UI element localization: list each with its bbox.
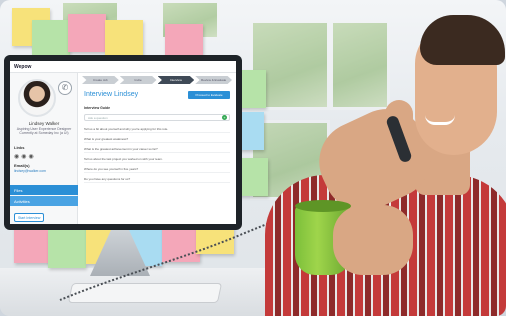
question-item[interactable]: Tell us a bit about yourself and why you… <box>84 125 230 133</box>
sticky-note <box>32 20 70 58</box>
app-title: Wepow <box>10 61 236 73</box>
candidate-sidebar: ✆ Lindsey Walker Aspiring User Experienc… <box>10 73 78 224</box>
question-item[interactable]: Do you have any questions for us? <box>84 175 230 183</box>
page-title: Interview Lindsey <box>84 91 139 98</box>
question-item[interactable]: What is the greatest achievement in your… <box>84 145 230 153</box>
sidebar-item-files[interactable]: Files <box>10 185 78 195</box>
search-placeholder: Ask a question <box>88 116 108 120</box>
sticky-note <box>48 230 86 268</box>
sidebar-item-activities[interactable]: Activities <box>10 196 78 206</box>
candidate-company-line: Currently at Someday Inc (a UI) <box>19 131 69 135</box>
keyboard <box>67 283 223 303</box>
social-links[interactable]: ◉◉◉ <box>14 153 36 160</box>
monitor: Wepow ✆ Lindsey Walker Aspiring User Exp… <box>4 55 242 230</box>
question-item[interactable]: Tell us about the last project you worke… <box>84 155 230 163</box>
question-item[interactable]: Where do you see yourself in five years? <box>84 165 230 173</box>
question-search-input[interactable]: Ask a question + <box>84 114 230 121</box>
interview-panel: Create Job Invite Interview Review & Eva… <box>80 73 234 224</box>
candidate-role: Aspiring User Experience Designer Curren… <box>14 127 74 135</box>
proceed-button[interactable]: Proceed to Evaluate <box>188 91 230 99</box>
hair <box>420 15 505 65</box>
mug-rim <box>295 200 351 212</box>
person-on-phone <box>225 0 506 316</box>
start-interview-button[interactable]: Start Interview <box>14 213 45 222</box>
question-item[interactable]: What is your greatest weakness? <box>84 135 230 143</box>
email-link[interactable]: lindsey@walker.com <box>14 169 46 173</box>
sticky-note <box>14 225 52 263</box>
links-label: Links <box>14 145 25 150</box>
email-label: Email(s) <box>14 163 30 168</box>
candidate-name: Lindsey Walker <box>28 121 60 126</box>
photo-scene: Wepow ✆ Lindsey Walker Aspiring User Exp… <box>0 0 506 316</box>
step-interview[interactable]: Interview <box>157 76 195 84</box>
phone-call-icon[interactable]: ✆ <box>58 81 72 95</box>
hand <box>333 205 413 275</box>
progress-steps: Create Job Invite Interview Review & Eva… <box>82 76 232 84</box>
social-link-icon[interactable]: ◉ <box>21 154 28 160</box>
questions-heading: Interview Guide <box>84 106 111 110</box>
sticky-note <box>68 14 106 52</box>
social-link-icon[interactable]: ◉ <box>29 154 36 160</box>
app-screen: Wepow ✆ Lindsey Walker Aspiring User Exp… <box>10 61 236 224</box>
sticky-note <box>105 20 143 58</box>
candidate-avatar <box>18 79 56 117</box>
step-create-job[interactable]: Create Job <box>82 76 119 84</box>
step-invite[interactable]: Invite <box>119 76 157 84</box>
